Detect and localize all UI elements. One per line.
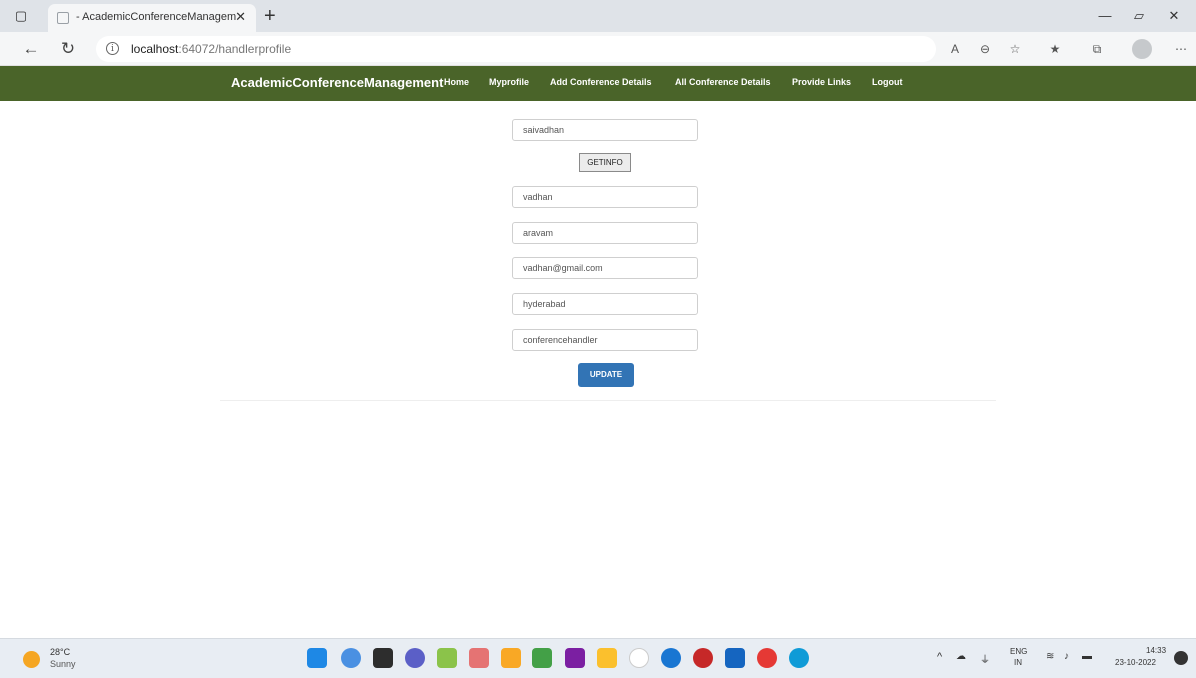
site-info-icon[interactable]: i — [106, 42, 119, 55]
username-input[interactable]: saivadhan — [512, 119, 698, 141]
weather-description[interactable]: Sunny — [50, 659, 76, 669]
chat-icon[interactable] — [405, 648, 425, 668]
restore-icon[interactable]: ▱ — [1130, 7, 1148, 25]
email-input[interactable]: vadhan@gmail.com — [512, 257, 698, 279]
usb-icon[interactable]: ⏚ — [980, 651, 990, 666]
nav-all-conference-details[interactable]: All Conference Details — [675, 77, 771, 87]
nav-logout[interactable]: Logout — [872, 77, 903, 87]
chrome-icon[interactable] — [757, 648, 777, 668]
add-favorite-icon[interactable]: ☆ — [1006, 40, 1024, 58]
record-icon[interactable] — [693, 648, 713, 668]
nav-home[interactable]: Home — [444, 77, 469, 87]
app-icon-2[interactable] — [469, 648, 489, 668]
notification-icon[interactable] — [1174, 651, 1188, 665]
volume-icon[interactable]: ♪ — [1064, 651, 1069, 662]
task-view-icon[interactable] — [373, 648, 393, 668]
clock-date[interactable]: 23-10-2022 — [1115, 658, 1156, 667]
role-input[interactable]: conferencehandler — [512, 329, 698, 351]
tab-title: - AcademicConferenceManagem — [76, 11, 237, 23]
skype-icon[interactable] — [661, 648, 681, 668]
clock-time[interactable]: 14:33 — [1146, 646, 1166, 655]
page-favicon-icon — [57, 12, 69, 24]
new-tab-icon[interactable]: + — [264, 4, 276, 28]
app-icon-3[interactable] — [501, 648, 521, 668]
nav-myprofile[interactable]: Myprofile — [489, 77, 529, 87]
update-button[interactable]: UPDATE — [578, 363, 634, 387]
read-aloud-icon[interactable]: A — [946, 40, 964, 58]
app-icon-1[interactable] — [437, 648, 457, 668]
minimize-icon[interactable]: — — [1096, 7, 1114, 25]
word-icon[interactable] — [725, 648, 745, 668]
profile-avatar[interactable] — [1132, 39, 1152, 59]
collections-icon[interactable]: ⧉ — [1088, 40, 1106, 58]
browser-tab[interactable]: - AcademicConferenceManagem ✕ — [48, 4, 256, 32]
first-name-input[interactable]: vadhan — [512, 186, 698, 208]
edge-icon[interactable] — [789, 648, 809, 668]
language-indicator[interactable]: ENG — [1010, 647, 1027, 656]
battery-icon[interactable]: ▬ — [1082, 651, 1092, 662]
app-icon-4[interactable] — [532, 648, 552, 668]
app-navbar: AcademicConferenceManagement Home Myprof… — [0, 66, 1196, 101]
last-name-input[interactable]: aravam — [512, 222, 698, 244]
brand-title[interactable]: AcademicConferenceManagement — [231, 75, 443, 90]
close-window-icon[interactable]: ✕ — [1165, 7, 1183, 25]
zoom-icon[interactable]: ⊖ — [976, 40, 994, 58]
weather-temperature[interactable]: 28°C — [50, 647, 70, 657]
wifi-icon[interactable]: ≋ — [1046, 651, 1054, 662]
nav-add-conference-details[interactable]: Add Conference Details — [550, 77, 652, 87]
address-bar[interactable]: i localhost:64072/handlerprofile — [96, 36, 936, 62]
url-text: localhost:64072/handlerprofile — [131, 42, 292, 56]
start-icon[interactable] — [307, 648, 327, 668]
city-input[interactable]: hyderabad — [512, 293, 698, 315]
search-icon[interactable] — [341, 648, 361, 668]
windows-taskbar: 28°C Sunny ^ ☁ ⏚ ENG IN ≋ ♪ ▬ 14:33 23-1… — [0, 638, 1196, 678]
tab-actions-icon[interactable]: ▢ — [12, 7, 30, 25]
refresh-icon[interactable]: ↻ — [57, 38, 79, 60]
favorites-icon[interactable]: ★ — [1046, 40, 1064, 58]
file-explorer-icon[interactable] — [597, 648, 617, 668]
visual-studio-icon[interactable] — [565, 648, 585, 668]
browser-title-bar: ▢ - AcademicConferenceManagem ✕ + — ▱ ✕ — [0, 0, 1196, 32]
region-indicator[interactable]: IN — [1014, 658, 1022, 667]
browser-toolbar: ← ↻ i localhost:64072/handlerprofile A ⊖… — [0, 32, 1196, 66]
slack-icon[interactable] — [629, 648, 649, 668]
sun-icon[interactable] — [23, 651, 40, 668]
getinfo-button[interactable]: GETINFO — [579, 153, 631, 172]
content-divider — [220, 400, 996, 401]
onedrive-icon[interactable]: ☁ — [956, 651, 966, 662]
back-icon[interactable]: ← — [20, 38, 42, 60]
nav-provide-links[interactable]: Provide Links — [792, 77, 851, 87]
tab-close-icon[interactable]: ✕ — [235, 9, 246, 25]
show-hidden-icons-icon[interactable]: ^ — [937, 651, 942, 663]
more-options-icon[interactable]: ⋯ — [1172, 40, 1190, 58]
